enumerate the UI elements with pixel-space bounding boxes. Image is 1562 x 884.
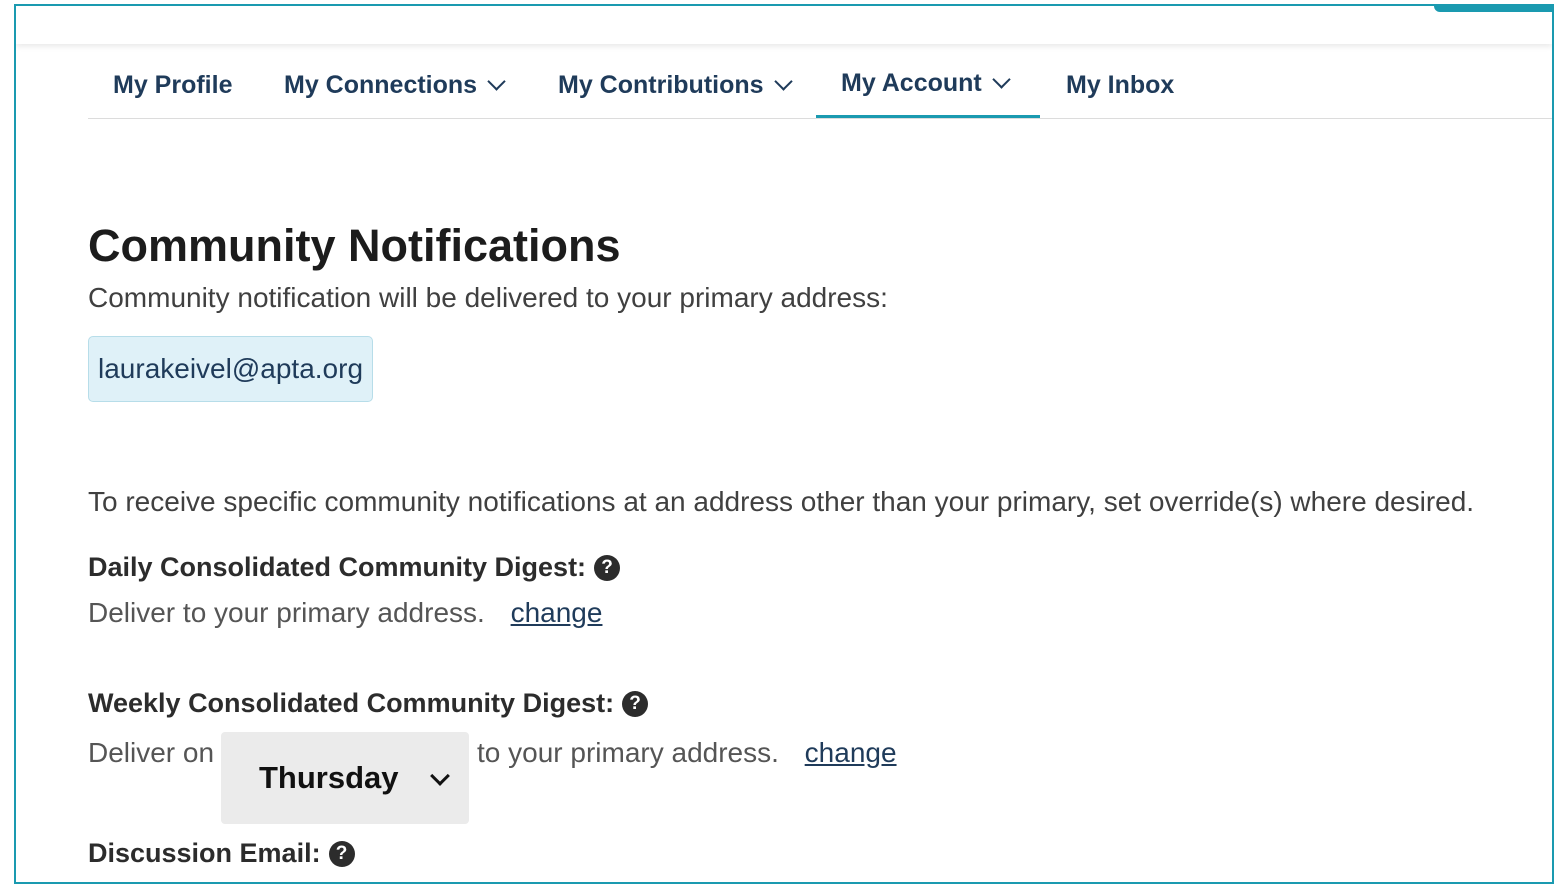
page-frame: My Profile My Connections My Contributio… xyxy=(14,4,1554,884)
nav-item-my-contributions[interactable]: My Contributions xyxy=(533,52,815,118)
override-info-text: To receive specific community notificati… xyxy=(88,486,1475,517)
weekly-digest-suffix: to your primary address. xyxy=(477,737,779,768)
page-title: Community Notifications xyxy=(88,220,621,271)
top-bar-accent xyxy=(1434,6,1552,12)
weekly-day-select-value: Thursday xyxy=(259,760,399,795)
primary-email-badge: laurakeivel@apta.org xyxy=(88,336,374,402)
daily-digest-delivery: Deliver to your primary address. change xyxy=(88,597,602,629)
nav-item-my-inbox[interactable]: My Inbox xyxy=(1041,52,1199,118)
nav-item-my-account[interactable]: My Account xyxy=(816,52,1040,118)
nav-item-label: My Inbox xyxy=(1066,70,1175,99)
weekly-digest-label: Weekly Consolidated Community Digest: ? xyxy=(88,688,649,719)
daily-digest-change-link[interactable]: change xyxy=(511,597,603,628)
weekly-day-select[interactable]: Thursday xyxy=(221,732,469,824)
nav-item-label: My Contributions xyxy=(558,70,764,99)
nav-item-label: My Account xyxy=(841,69,982,97)
account-nav: My Profile My Connections My Contributio… xyxy=(88,52,1552,119)
nav-item-my-connections[interactable]: My Connections xyxy=(259,52,528,118)
weekly-digest-prefix: Deliver on xyxy=(88,737,215,768)
weekly-digest-change-link[interactable]: change xyxy=(805,737,897,768)
question-circle-icon[interactable]: ? xyxy=(622,690,649,717)
nav-item-label: My Connections xyxy=(284,70,478,99)
discussion-email-label-text: Discussion Email: xyxy=(88,838,321,868)
top-bar xyxy=(16,6,1552,44)
nav-item-my-profile[interactable]: My Profile xyxy=(88,52,257,118)
daily-digest-label: Daily Consolidated Community Digest: ? xyxy=(88,552,621,583)
weekly-digest-delivery: to your primary address. change xyxy=(477,737,897,769)
nav-item-label: My Profile xyxy=(113,70,233,99)
daily-digest-delivery-text: Deliver to your primary address. xyxy=(88,597,485,628)
discussion-email-label: Discussion Email: ? xyxy=(88,838,355,869)
chevron-down-icon xyxy=(430,766,450,786)
chevron-down-icon xyxy=(773,71,793,91)
chevron-down-icon xyxy=(992,70,1011,89)
daily-digest-label-text: Daily Consolidated Community Digest: xyxy=(88,552,587,582)
page-subtitle: Community notification will be delivered… xyxy=(88,282,888,313)
question-circle-icon[interactable]: ? xyxy=(328,840,355,867)
weekly-digest-label-text: Weekly Consolidated Community Digest: xyxy=(88,688,615,718)
question-circle-icon[interactable]: ? xyxy=(594,554,621,581)
notifications-content: Community Notifications Community notifi… xyxy=(88,216,1548,868)
chevron-down-icon xyxy=(487,71,506,91)
